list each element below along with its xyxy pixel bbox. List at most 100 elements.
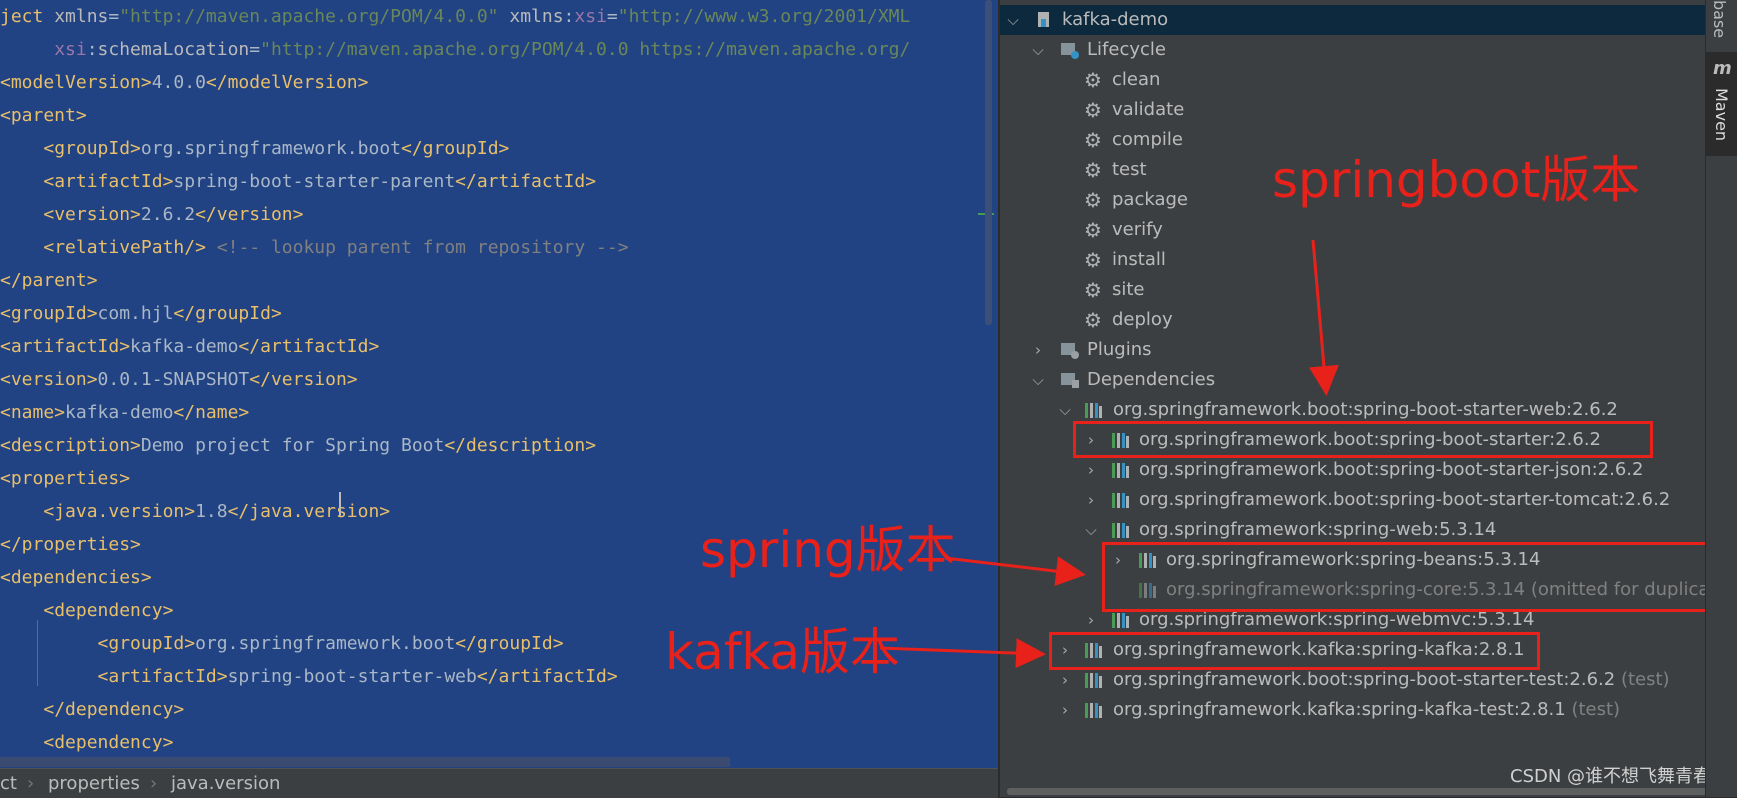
editor-horizontal-scrollbar[interactable] xyxy=(0,757,730,767)
breadcrumb-item-java-version[interactable]: java.version xyxy=(171,769,280,798)
chevron-down-icon[interactable]: ⌵ xyxy=(1055,395,1075,425)
chevron-right-icon[interactable]: › xyxy=(1081,455,1101,485)
text-caret xyxy=(339,492,341,516)
dependency-spring-boot-starter-test[interactable]: › org.springframework.boot:spring-boot-s… xyxy=(1000,665,1706,695)
chevron-right-icon[interactable]: › xyxy=(1055,665,1075,695)
tree-label: org.springframework:spring-web:5.3.14 xyxy=(1139,519,1497,540)
code-token: = xyxy=(108,6,120,27)
code-token: <relativePath/> xyxy=(43,237,206,258)
code-token: </properties> xyxy=(0,534,141,555)
code-line[interactable]: <groupId>org.springframework.boot</group… xyxy=(0,132,509,165)
code-token: <version> xyxy=(0,369,98,390)
maven-horizontal-scrollbar[interactable] xyxy=(1007,788,1706,795)
annotation-spring-version: spring版本 xyxy=(700,521,956,579)
tree-label: kafka-demo xyxy=(1062,9,1169,30)
breadcrumb-item-project[interactable]: ct xyxy=(0,769,17,798)
database-tab[interactable]: base xyxy=(1706,0,1737,40)
code-line[interactable]: <dependency> xyxy=(0,594,173,627)
dependency-spring-boot-starter-web[interactable]: ⌵ org.springframework.boot:spring-boot-s… xyxy=(1000,395,1706,425)
maven-tab[interactable]: m Maven xyxy=(1706,52,1737,156)
code-line[interactable]: </dependency> xyxy=(0,693,184,726)
lifecycle-goal-deploy[interactable]: ⚙ deploy xyxy=(1000,305,1706,335)
lifecycle-goal-clean[interactable]: ⚙ clean xyxy=(1000,65,1706,95)
chevron-down-icon[interactable]: ⌵ xyxy=(1003,5,1023,35)
tree-root-kafka-demo[interactable]: ⌵ kafka-demo xyxy=(1000,5,1706,35)
tree-label: org.springframework.kafka:spring-kafka:2… xyxy=(1113,639,1525,660)
dependency-spring-web[interactable]: ⌵ org.springframework:spring-web:5.3.14 xyxy=(1000,515,1706,545)
dependency-library-icon xyxy=(1110,460,1130,480)
tree-node-dependencies[interactable]: ⌵ Dependencies xyxy=(1000,365,1706,395)
code-token: ject xyxy=(0,6,55,27)
code-line[interactable]: <version>2.6.2</version> xyxy=(0,198,303,231)
code-line[interactable]: <artifactId>kafka-demo</artifactId> xyxy=(0,330,379,363)
dependency-library-icon xyxy=(1110,520,1130,540)
lifecycle-goal-install[interactable]: ⚙ install xyxy=(1000,245,1706,275)
dependency-library-icon xyxy=(1083,400,1103,420)
chevron-right-icon[interactable]: › xyxy=(1081,425,1101,455)
code-token: Demo project for Spring Boot xyxy=(140,435,445,456)
chevron-right-icon[interactable]: › xyxy=(1081,605,1101,635)
dependency-spring-kafka[interactable]: › org.springframework.kafka:spring-kafka… xyxy=(1000,635,1706,665)
dependency-spring-core[interactable]: org.springframework:spring-core:5.3.14 (… xyxy=(1000,575,1706,605)
lifecycle-goal-site[interactable]: ⚙ site xyxy=(1000,275,1706,305)
code-token: <artifactId> xyxy=(97,666,228,687)
breadcrumb-item-properties[interactable]: properties xyxy=(48,769,140,798)
lifecycle-goal-validate[interactable]: ⚙ validate xyxy=(1000,95,1706,125)
chevron-down-icon[interactable]: ⌵ xyxy=(1028,365,1048,395)
dependency-spring-boot-starter-json[interactable]: › org.springframework.boot:spring-boot-s… xyxy=(1000,455,1706,485)
code-line[interactable]: <dependencies> xyxy=(0,561,152,594)
tree-node-lifecycle[interactable]: ⌵ Lifecycle xyxy=(1000,35,1706,65)
tree-node-plugins[interactable]: › Plugins xyxy=(1000,335,1706,365)
chevron-down-icon[interactable]: ⌵ xyxy=(1028,35,1048,65)
code-line[interactable]: </properties> xyxy=(0,528,141,561)
code-line[interactable]: <properties> xyxy=(0,462,130,495)
code-line[interactable]: <modelVersion>4.0.0</modelVersion> xyxy=(0,66,368,99)
code-line[interactable]: ject xmlns="http://maven.apache.org/POM/… xyxy=(0,0,910,33)
dependencies-folder-icon xyxy=(1061,373,1079,388)
code-line[interactable]: <groupId>org.springframework.boot</group… xyxy=(0,627,564,660)
dependency-spring-kafka-test[interactable]: › org.springframework.kafka:spring-kafka… xyxy=(1000,695,1706,725)
code-line[interactable]: <relativePath/> <!-- lookup parent from … xyxy=(0,231,628,264)
chevron-right-icon[interactable]: › xyxy=(1108,545,1128,575)
code-line[interactable]: <java.version>1.8</java.version> xyxy=(0,495,390,528)
code-line[interactable]: <name>kafka-demo</name> xyxy=(0,396,249,429)
dependency-spring-webmvc[interactable]: › org.springframework:spring-webmvc:5.3.… xyxy=(1000,605,1706,635)
code-line[interactable]: <parent> xyxy=(0,99,87,132)
chevron-right-icon[interactable]: › xyxy=(1055,695,1075,725)
dependency-spring-beans[interactable]: › org.springframework:spring-beans:5.3.1… xyxy=(1000,545,1706,575)
chevron-right-icon[interactable]: › xyxy=(1028,335,1048,365)
gear-icon: ⚙ xyxy=(1084,158,1102,182)
chevron-right-icon[interactable]: › xyxy=(1055,635,1075,665)
chevron-right-icon[interactable]: › xyxy=(1081,485,1101,515)
dependency-spring-boot-starter[interactable]: › org.springframework.boot:spring-boot-s… xyxy=(1000,425,1706,455)
watermark: CSDN @谁不想飞舞青春 xyxy=(1510,766,1706,787)
code-token: org.springframework.boot xyxy=(195,633,456,654)
code-line[interactable]: <artifactId>spring-boot-starter-parent</… xyxy=(0,165,596,198)
code-line[interactable]: <artifactId>spring-boot-starter-web</art… xyxy=(0,660,618,693)
code-token: "http://www.w3.org/2001/XML xyxy=(617,6,911,27)
code-line[interactable]: xsi:schemaLocation="http://maven.apache.… xyxy=(0,33,910,66)
code-line[interactable]: <dependency> xyxy=(0,726,173,759)
chevron-down-icon[interactable]: ⌵ xyxy=(1081,515,1101,545)
editor-vertical-scrollbar[interactable] xyxy=(985,0,992,325)
gear-icon: ⚙ xyxy=(1084,278,1102,302)
code-line[interactable]: <description>Demo project for Spring Boo… xyxy=(0,429,596,462)
tree-label: org.springframework:spring-beans:5.3.14 xyxy=(1166,549,1541,570)
dependency-spring-boot-starter-tomcat[interactable]: › org.springframework.boot:spring-boot-s… xyxy=(1000,485,1706,515)
code-line[interactable]: </parent> xyxy=(0,264,98,297)
code-token: kafka-demo xyxy=(130,336,239,357)
code-token: </artifactId> xyxy=(476,666,618,687)
gear-icon: ⚙ xyxy=(1084,308,1102,332)
code-line[interactable]: <groupId>com.hjl</groupId> xyxy=(0,297,282,330)
lifecycle-goal-verify[interactable]: ⚙ verify xyxy=(1000,215,1706,245)
code-token: xmlns xyxy=(509,6,564,27)
code-token: </groupId> xyxy=(455,633,564,654)
code-line[interactable]: <version>0.0.1-SNAPSHOT</version> xyxy=(0,363,358,396)
code-token: com.hjl xyxy=(97,303,174,324)
annotation-kafka-version: kafka版本 xyxy=(665,623,901,681)
